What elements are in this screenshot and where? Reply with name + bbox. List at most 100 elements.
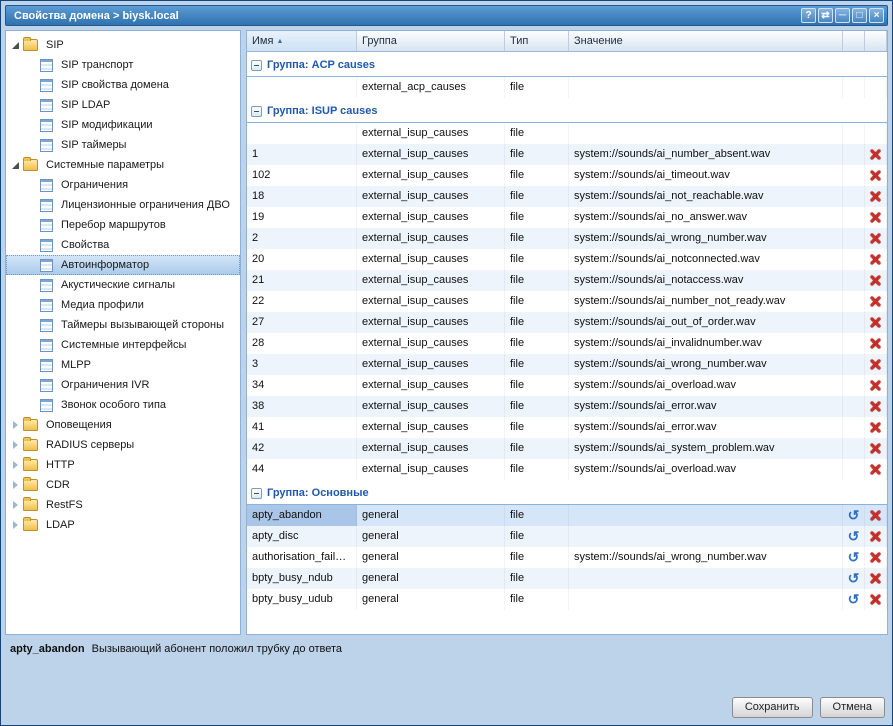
delete-icon[interactable] [869,421,882,434]
tree-collapsed-arrow-icon[interactable] [9,458,23,472]
tree-item[interactable]: Свойства [6,235,240,255]
delete-icon[interactable] [869,358,882,371]
tree-item[interactable]: SIP таймеры [6,135,240,155]
tree-item[interactable]: Оповещения [6,415,240,435]
table-row[interactable]: 28external_isup_causesfilesystem://sound… [247,333,887,354]
delete-icon[interactable] [869,295,882,308]
table-row[interactable]: 2external_isup_causesfilesystem://sounds… [247,228,887,249]
restore-default-icon[interactable]: ↺ [848,572,860,585]
table-row[interactable]: 21external_isup_causesfilesystem://sound… [247,270,887,291]
maximize-button[interactable]: □ [852,8,867,23]
restore-default-icon[interactable]: ↺ [848,551,860,564]
minimize-button[interactable]: ─ [835,8,850,23]
table-row[interactable]: authorisation_fail…generalfilesystem://s… [247,547,887,568]
tree-item[interactable]: Ограничения IVR [6,375,240,395]
tree-item[interactable]: SIP транспорт [6,55,240,75]
group-header[interactable]: Группа: Основные [247,480,887,505]
table-row[interactable]: 42external_isup_causesfilesystem://sound… [247,438,887,459]
delete-icon[interactable] [869,572,882,585]
delete-icon[interactable] [869,316,882,329]
table-row[interactable]: 20external_isup_causesfilesystem://sound… [247,249,887,270]
table-row[interactable]: bpty_busy_udubgeneralfile↺ [247,589,887,610]
delete-icon[interactable] [869,274,882,287]
tree-item[interactable]: SIP модификации [6,115,240,135]
tree-item[interactable]: RestFS [6,495,240,515]
column-header[interactable]: Имя▲ [247,31,357,51]
group-collapse-icon[interactable] [251,60,262,71]
table-row[interactable]: 41external_isup_causesfilesystem://sound… [247,417,887,438]
delete-icon[interactable] [869,551,882,564]
delete-icon[interactable] [869,169,882,182]
help-button[interactable]: ? [801,8,816,23]
tree-item[interactable]: Звонок особого типа [6,395,240,415]
tree-item[interactable]: Системные интерфейсы [6,335,240,355]
table-row[interactable]: 22external_isup_causesfilesystem://sound… [247,291,887,312]
tree-item[interactable]: Системные параметры [6,155,240,175]
restore-default-icon[interactable]: ↺ [848,593,860,606]
table-row[interactable]: apty_abandongeneralfile↺ [247,505,887,526]
delete-icon[interactable] [869,530,882,543]
tree-item[interactable]: CDR [6,475,240,495]
tree-item[interactable]: HTTP [6,455,240,475]
tree-expanded-arrow-icon[interactable] [9,38,23,52]
tree-item[interactable]: Перебор маршрутов [6,215,240,235]
cell-delete [865,459,887,480]
table-row[interactable]: external_isup_causesfile [247,123,887,144]
delete-icon[interactable] [869,509,882,522]
delete-icon[interactable] [869,400,882,413]
tree-collapsed-arrow-icon[interactable] [9,478,23,492]
group-header[interactable]: Группа: ACP causes [247,52,887,77]
tree-expanded-arrow-icon[interactable] [9,158,23,172]
cancel-button[interactable]: Отмена [820,697,885,718]
column-header[interactable]: Группа [357,31,505,51]
tree-item[interactable]: Медиа профили [6,295,240,315]
table-row[interactable]: 34external_isup_causesfilesystem://sound… [247,375,887,396]
delete-icon[interactable] [869,442,882,455]
delete-icon[interactable] [869,211,882,224]
tree-item[interactable]: SIP свойства домена [6,75,240,95]
table-row[interactable]: 27external_isup_causesfilesystem://sound… [247,312,887,333]
delete-icon[interactable] [869,148,882,161]
delete-icon[interactable] [869,190,882,203]
close-button[interactable]: × [869,8,884,23]
table-row[interactable]: bpty_busy_ndubgeneralfile↺ [247,568,887,589]
tree-collapsed-arrow-icon[interactable] [9,518,23,532]
column-header[interactable]: Тип [505,31,569,51]
delete-icon[interactable] [869,337,882,350]
tree-collapsed-arrow-icon[interactable] [9,498,23,512]
tree-collapsed-arrow-icon[interactable] [9,438,23,452]
table-row[interactable]: apty_discgeneralfile↺ [247,526,887,547]
table-row[interactable]: 1external_isup_causesfilesystem://sounds… [247,144,887,165]
delete-icon[interactable] [869,593,882,606]
table-row[interactable]: external_acp_causesfile [247,77,887,98]
group-collapse-icon[interactable] [251,488,262,499]
tree-collapsed-arrow-icon[interactable] [9,418,23,432]
group-header[interactable]: Группа: ISUP causes [247,98,887,123]
refresh-button[interactable]: ⇄ [818,8,833,23]
tree-item[interactable]: SIP [6,35,240,55]
tree-item[interactable]: Лицензионные ограничения ДВО [6,195,240,215]
table-row[interactable]: 19external_isup_causesfilesystem://sound… [247,207,887,228]
tree-item[interactable]: SIP LDAP [6,95,240,115]
tree-item[interactable]: Ограничения [6,175,240,195]
save-button[interactable]: Сохранить [732,697,813,718]
group-collapse-icon[interactable] [251,106,262,117]
delete-icon[interactable] [869,232,882,245]
restore-default-icon[interactable]: ↺ [848,509,860,522]
tree-item[interactable]: Автоинформатор [6,255,240,275]
tree-item[interactable]: RADIUS серверы [6,435,240,455]
tree-item[interactable]: MLPP [6,355,240,375]
table-row[interactable]: 44external_isup_causesfilesystem://sound… [247,459,887,480]
tree-item[interactable]: LDAP [6,515,240,535]
tree-item[interactable]: Акустические сигналы [6,275,240,295]
table-row[interactable]: 102external_isup_causesfilesystem://soun… [247,165,887,186]
table-row[interactable]: 38external_isup_causesfilesystem://sound… [247,396,887,417]
delete-icon[interactable] [869,253,882,266]
column-header[interactable]: Значение [569,31,843,51]
delete-icon[interactable] [869,379,882,392]
tree-item[interactable]: Таймеры вызывающей стороны [6,315,240,335]
restore-default-icon[interactable]: ↺ [848,530,860,543]
table-row[interactable]: 3external_isup_causesfilesystem://sounds… [247,354,887,375]
table-row[interactable]: 18external_isup_causesfilesystem://sound… [247,186,887,207]
delete-icon[interactable] [869,463,882,476]
